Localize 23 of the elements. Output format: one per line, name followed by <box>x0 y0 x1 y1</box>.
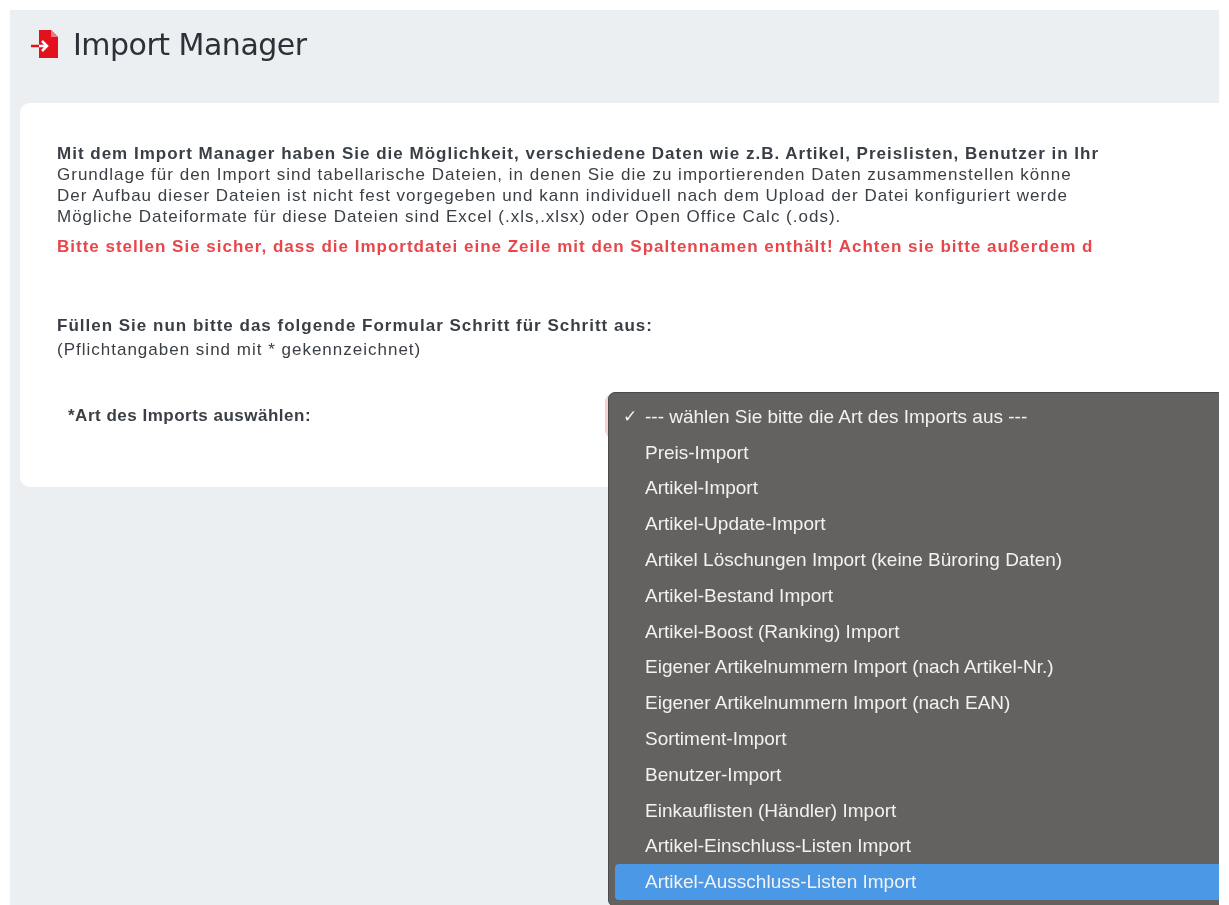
intro-text: Mögliche Dateiformate für diese Dateien sind Excel (.xls,.xlsx) oder Open Office Calc (.ods). <box>57 206 843 227</box>
dropdown-option[interactable]: Einkauflisten (Händler) Import <box>615 792 1219 829</box>
dropdown-option[interactable]: Eigener Artikelnummern Import (nach Artikel-Nr.) <box>615 649 1219 686</box>
page-title: Import Manager <box>73 26 307 62</box>
dropdown-option[interactable]: Artikel-Bestand Import <box>615 578 1219 614</box>
dropdown-option[interactable]: Preis-Import <box>615 434 1219 471</box>
intro-text: Grundlage für den Import sind tabellarische Dateien, in denen Sie die zu importierenden Daten zusammenstellen könne <box>57 164 1073 185</box>
dropdown-option[interactable]: Sortiment-Import <box>615 721 1219 757</box>
required-note: (Pflichtangaben sind mit * gekennzeichnet) <box>57 339 423 360</box>
intro-lead: Mit dem Import Manager haben Sie die Möglichkeit, verschiedene Daten wie z.B. Artikel, Preislisten, Benutzer in Ihr <box>57 143 1101 164</box>
dropdown-option[interactable]: Artikel-Boost (Ranking) Import <box>615 613 1219 650</box>
dropdown-option[interactable]: Eigener Artikelnummern Import (nach EAN) <box>615 685 1219 722</box>
instructions-heading: Füllen Sie nun bitte das folgende Formular Schritt für Schritt aus: <box>57 315 654 336</box>
dropdown-option[interactable]: Artikel-Import <box>615 470 1219 507</box>
dropdown-option[interactable]: ✓ --- wählen Sie bitte die Art des Imports aus --- <box>615 399 1219 435</box>
checkmark-icon: ✓ <box>623 406 637 428</box>
intro-text: Der Aufbau dieser Dateien ist nicht fest vorgegeben und kann individuell nach dem Upload der Datei konfiguriert werde <box>57 185 1069 206</box>
dropdown-option[interactable]: Artikel Löschungen Import (keine Büroring Daten) <box>615 542 1219 578</box>
dropdown-option[interactable]: Benutzer-Import <box>615 756 1219 793</box>
field-label: *Art des Imports auswählen: <box>67 406 313 426</box>
dropdown-option[interactable]: Artikel-Update-Import <box>615 506 1219 543</box>
warning-text: Bitte stellen Sie sicher, dass die Importdatei eine Zeile mit den Spaltennamen enthält! Achten sie bitte außerdem d <box>57 236 1095 257</box>
dropdown-option[interactable]: Artikel-Einschluss-Listen Import <box>615 828 1219 865</box>
